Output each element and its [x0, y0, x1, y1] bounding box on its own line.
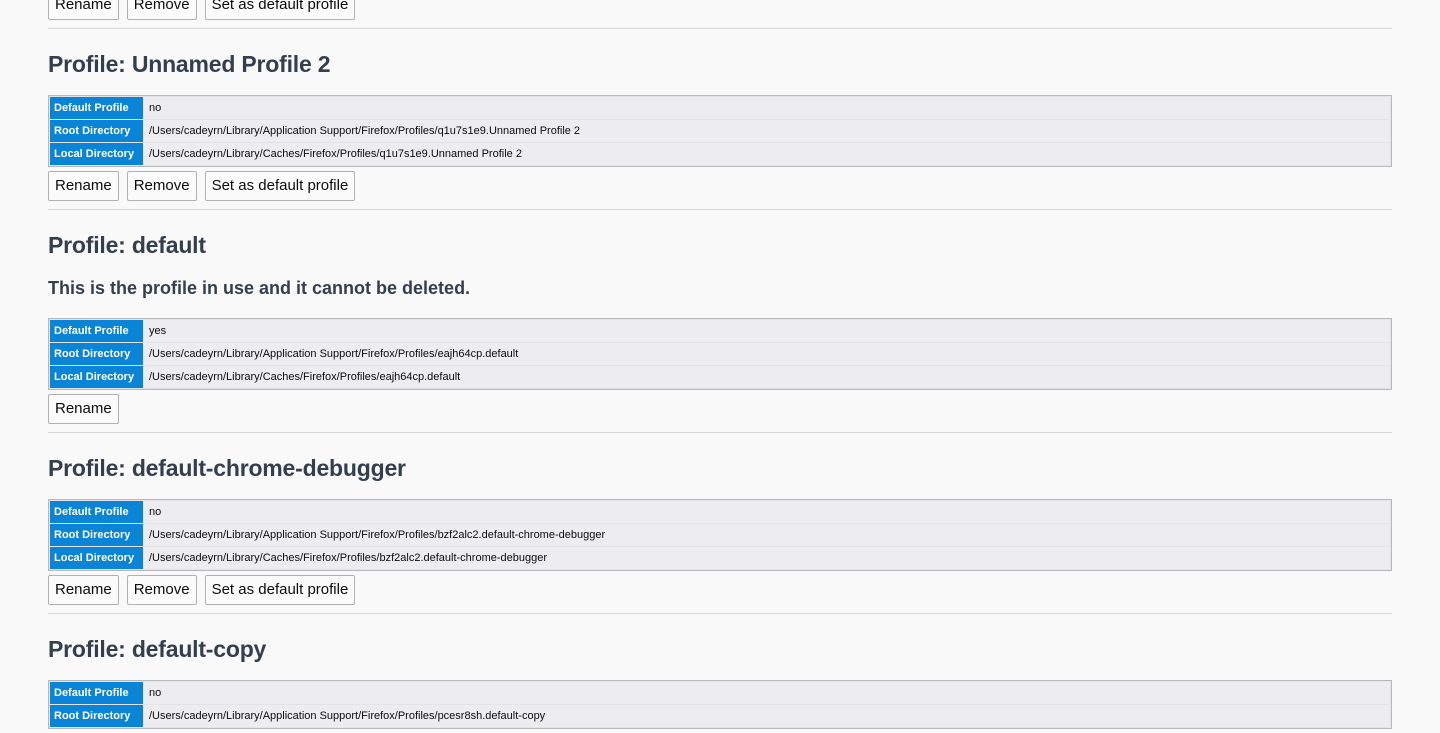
- local-directory-row: Local Directory /Users/cadeyrn/Library/C…: [50, 366, 1390, 388]
- profile-divider: [48, 613, 1392, 614]
- local-directory-row: Local Directory /Users/cadeyrn/Library/C…: [50, 547, 1390, 569]
- default-profile-row: Default Profile no: [50, 682, 1390, 704]
- root-directory-value: /Users/cadeyrn/Library/Application Suppo…: [144, 705, 1390, 727]
- local-directory-value: /Users/cadeyrn/Library/Caches/Firefox/Pr…: [144, 366, 1390, 388]
- root-directory-value: /Users/cadeyrn/Library/Application Suppo…: [144, 343, 1390, 365]
- profile-button-row: Rename Remove Set as default profile: [48, 575, 1392, 605]
- local-directory-value: /Users/cadeyrn/Library/Caches/Firefox/Pr…: [144, 143, 1390, 165]
- profile-info-table: Default Profile no Root Directory /Users…: [48, 95, 1392, 167]
- profile-section-default-chrome-debugger: Profile: default-chrome-debugger Default…: [48, 453, 1392, 614]
- remove-button[interactable]: Remove: [126, 171, 197, 201]
- default-profile-label: Default Profile: [50, 320, 143, 342]
- default-profile-label: Default Profile: [50, 501, 143, 523]
- profile-title: Profile: default-copy: [48, 636, 267, 662]
- default-profile-value: yes: [144, 320, 1390, 342]
- default-profile-row: Default Profile yes: [50, 320, 1390, 342]
- root-directory-value: /Users/cadeyrn/Library/Application Suppo…: [144, 524, 1390, 546]
- profile-section-unnamed-profile-2: Profile: Unnamed Profile 2 Default Profi…: [48, 49, 1392, 210]
- root-directory-row: Root Directory /Users/cadeyrn/Library/Ap…: [50, 343, 1390, 365]
- profile-section-default-copy: Profile: default-copy Default Profile no…: [48, 634, 1392, 729]
- root-directory-label: Root Directory: [50, 120, 143, 142]
- rename-button[interactable]: Rename: [48, 575, 119, 605]
- root-directory-label: Root Directory: [50, 343, 143, 365]
- default-profile-value: no: [144, 682, 1390, 704]
- local-directory-row: Local Directory /Users/cadeyrn/Library/C…: [50, 143, 1390, 165]
- profile-title: Profile: default: [48, 232, 206, 258]
- default-profile-label: Default Profile: [50, 97, 143, 119]
- profile-in-use-notice: This is the profile in use and it cannot…: [48, 278, 471, 298]
- default-profile-row: Default Profile no: [50, 501, 1390, 523]
- root-directory-row: Root Directory /Users/cadeyrn/Library/Ap…: [50, 524, 1390, 546]
- local-directory-value: /Users/cadeyrn/Library/Caches/Firefox/Pr…: [144, 547, 1390, 569]
- profile-title: Profile: default-chrome-debugger: [48, 455, 406, 481]
- rename-button[interactable]: Rename: [48, 394, 119, 424]
- profile-button-row: Rename: [48, 394, 1392, 424]
- local-directory-label: Local Directory: [50, 547, 143, 569]
- default-profile-value: no: [144, 501, 1390, 523]
- default-profile-row: Default Profile no: [50, 97, 1390, 119]
- set-default-profile-button[interactable]: Set as default profile: [204, 171, 356, 201]
- profile-info-table: Default Profile yes Root Directory /User…: [48, 318, 1392, 390]
- profile-divider: [48, 209, 1392, 210]
- previous-profile-button-row: Rename Remove Set as default profile: [48, 0, 1392, 20]
- root-directory-label: Root Directory: [50, 705, 143, 727]
- set-default-profile-button[interactable]: Set as default profile: [204, 575, 356, 605]
- root-directory-row: Root Directory /Users/cadeyrn/Library/Ap…: [50, 120, 1390, 142]
- root-directory-value: /Users/cadeyrn/Library/Application Suppo…: [144, 120, 1390, 142]
- profile-button-row: Rename Remove Set as default profile: [48, 171, 1392, 201]
- remove-button[interactable]: Remove: [126, 575, 197, 605]
- rename-button[interactable]: Rename: [48, 171, 119, 201]
- profile-info-table: Default Profile no Root Directory /Users…: [48, 680, 1392, 729]
- profile-divider: [48, 432, 1392, 433]
- set-default-profile-button[interactable]: Set as default profile: [204, 0, 356, 20]
- root-directory-label: Root Directory: [50, 524, 143, 546]
- profiles-page: Rename Remove Set as default profile Pro…: [48, 0, 1392, 733]
- rename-button[interactable]: Rename: [48, 0, 119, 20]
- local-directory-label: Local Directory: [50, 143, 143, 165]
- local-directory-label: Local Directory: [50, 366, 143, 388]
- root-directory-row: Root Directory /Users/cadeyrn/Library/Ap…: [50, 705, 1390, 727]
- remove-button[interactable]: Remove: [126, 0, 197, 20]
- default-profile-label: Default Profile: [50, 682, 143, 704]
- profile-info-table: Default Profile no Root Directory /Users…: [48, 499, 1392, 571]
- profile-title: Profile: Unnamed Profile 2: [48, 51, 331, 77]
- profile-section-default: Profile: default This is the profile in …: [48, 230, 1392, 433]
- default-profile-value: no: [144, 97, 1390, 119]
- profile-divider: [48, 28, 1392, 29]
